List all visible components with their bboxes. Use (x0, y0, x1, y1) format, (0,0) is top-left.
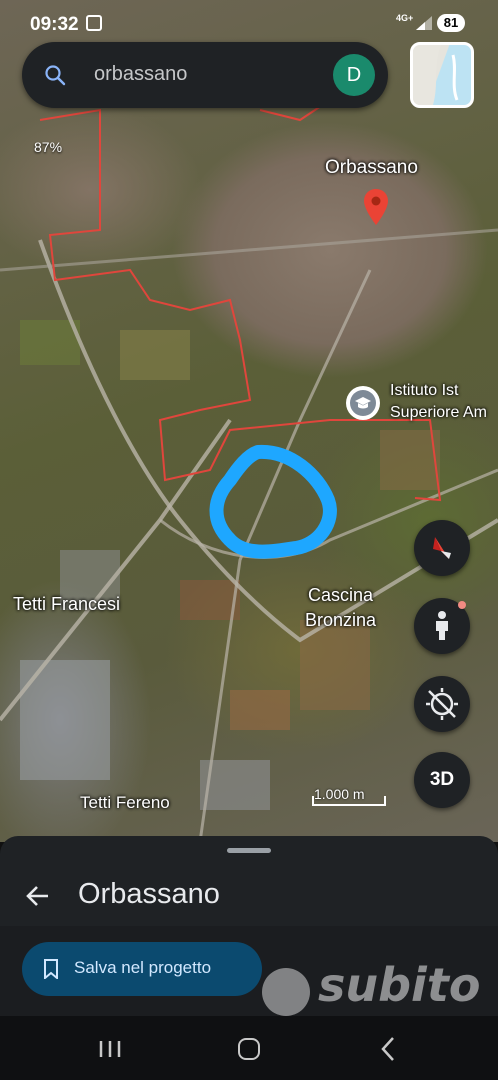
map-label-tetti-fereno[interactable]: Tetti Fereno (80, 793, 170, 813)
compass-button[interactable] (414, 520, 470, 576)
layers-button[interactable] (410, 42, 474, 108)
search-input[interactable]: orbassano (94, 63, 187, 86)
map-label-school-2[interactable]: Superiore Am (390, 404, 487, 422)
map-label-tetti-francesi[interactable]: Tetti Francesi (13, 594, 120, 615)
pin-icon[interactable] (364, 189, 388, 225)
avatar[interactable]: D (333, 54, 375, 96)
scale-label: 1.000 m (314, 786, 365, 802)
watermark-logo (262, 968, 310, 1016)
signal-icon (416, 16, 432, 30)
location-off-icon (426, 688, 458, 720)
place-title: Orbassano (78, 878, 220, 910)
school-marker[interactable] (346, 386, 380, 420)
home-icon[interactable] (238, 1038, 260, 1060)
layers-icon (413, 45, 459, 105)
map-label-school-1[interactable]: Istituto Ist (390, 382, 458, 400)
back-arrow-icon[interactable] (24, 882, 52, 910)
recents-icon[interactable] (98, 1040, 122, 1058)
bookmark-icon (44, 959, 58, 979)
save-to-project-button[interactable]: Salva nel progetto (22, 942, 262, 996)
search-bar[interactable]: orbassano D (22, 42, 388, 108)
network-indicator: 4G+ (396, 13, 414, 23)
status-bar: 09:32 4G+ 81 (0, 0, 498, 44)
location-button[interactable] (414, 676, 470, 732)
notification-dot (458, 601, 466, 609)
view-3d-button[interactable]: 3D (414, 752, 470, 808)
status-time: 09:32 (30, 14, 79, 35)
map-scale: 1.000 m (312, 786, 386, 808)
school-icon (355, 397, 371, 409)
nav-back-icon[interactable] (380, 1036, 396, 1062)
system-nav-bar (0, 1016, 498, 1080)
compass-icon (433, 537, 451, 559)
save-button-label: Salva nel progetto (74, 958, 212, 977)
battery-indicator: 81 (437, 14, 465, 32)
watermark: subito (318, 958, 481, 1012)
map-label-cascina-1[interactable]: Cascina (308, 585, 373, 606)
tilt-indicator: 87% (34, 139, 63, 155)
map-label-cascina-2[interactable]: Bronzina (305, 610, 376, 631)
sheet-handle[interactable] (227, 848, 271, 853)
map-label-town[interactable]: Orbassano (325, 157, 418, 179)
search-icon (45, 65, 66, 86)
screenshot-icon (86, 15, 102, 31)
